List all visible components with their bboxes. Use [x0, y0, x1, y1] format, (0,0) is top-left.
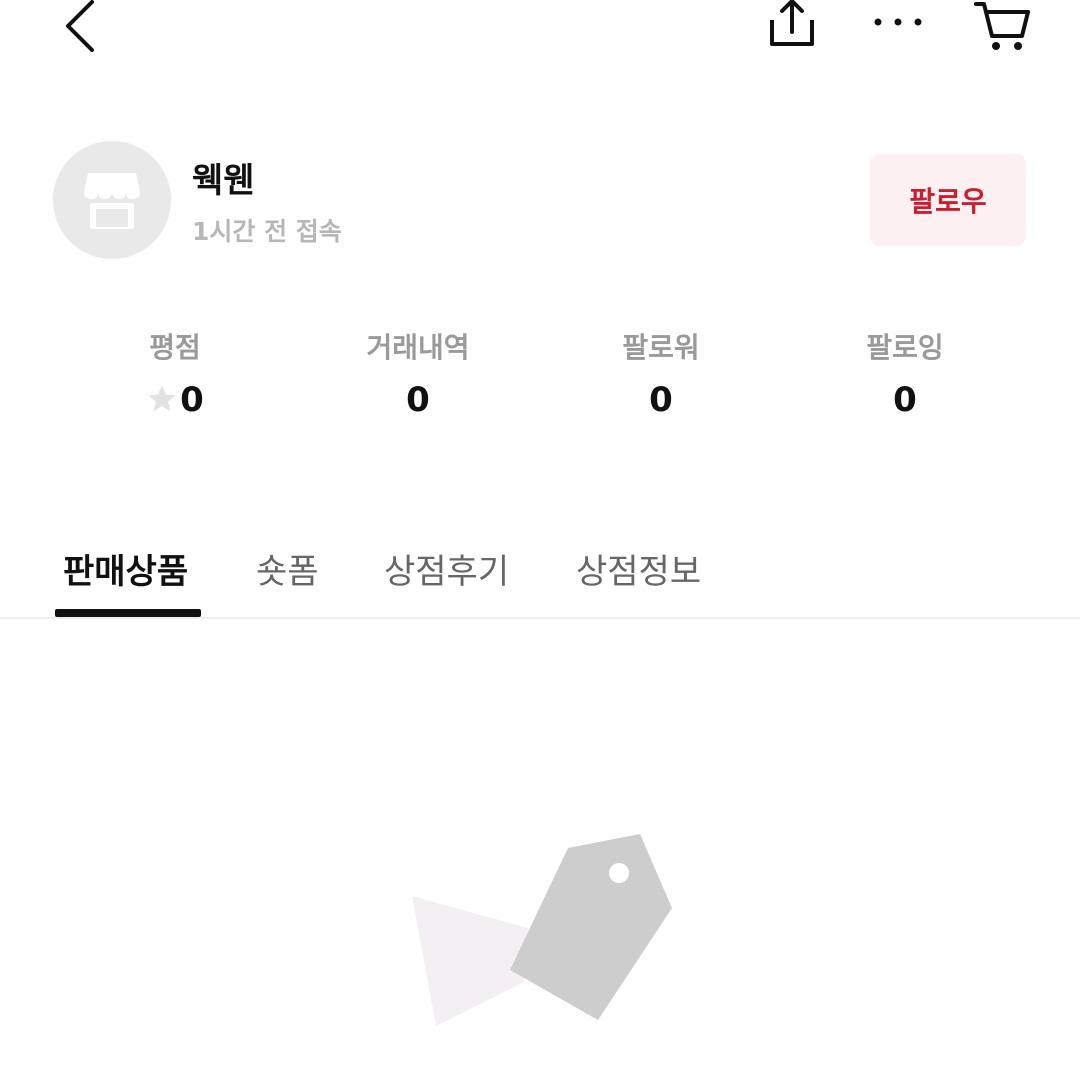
stat-value: 0: [893, 380, 917, 420]
stat-label: 거래내역: [366, 331, 470, 364]
last-seen-text: 1시간 전 접속: [192, 217, 342, 246]
stat-transactions[interactable]: 거래내역 0: [318, 330, 518, 420]
price-tag-illustration: [412, 834, 672, 1026]
stat-value: 0: [406, 380, 430, 420]
shop-tabs: 판매상품 숏폼 상점후기 상점정보: [0, 545, 1080, 619]
shop-name: 웩웬: [192, 161, 255, 201]
tab-reviews[interactable]: 상점후기: [384, 545, 509, 599]
active-tab-indicator: [55, 609, 201, 617]
stat-label: 팔로워: [622, 331, 700, 364]
share-icon[interactable]: [764, 0, 820, 50]
stat-rating[interactable]: 평점 0: [75, 330, 275, 420]
tab-shop-info[interactable]: 상점정보: [576, 545, 701, 599]
star-icon: [148, 385, 176, 411]
chevron-left-icon[interactable]: [60, 0, 100, 52]
more-horizontal-icon[interactable]: [870, 10, 926, 34]
stat-followers[interactable]: 팔로워 0: [561, 330, 761, 420]
tab-products[interactable]: 판매상품: [63, 545, 188, 599]
stat-label: 팔로잉: [866, 331, 944, 364]
follow-button[interactable]: 팔로우: [870, 154, 1026, 246]
stat-following[interactable]: 팔로잉 0: [805, 330, 1005, 420]
rating-value: 0: [180, 380, 204, 420]
cart-icon[interactable]: [972, 0, 1032, 52]
stat-value: 0: [649, 380, 673, 420]
store-icon: [84, 173, 140, 229]
stat-label: 평점: [149, 331, 201, 364]
tab-shortform[interactable]: 숏폼: [256, 545, 319, 599]
stat-value: 0: [75, 380, 275, 420]
shop-avatar: [53, 141, 171, 259]
